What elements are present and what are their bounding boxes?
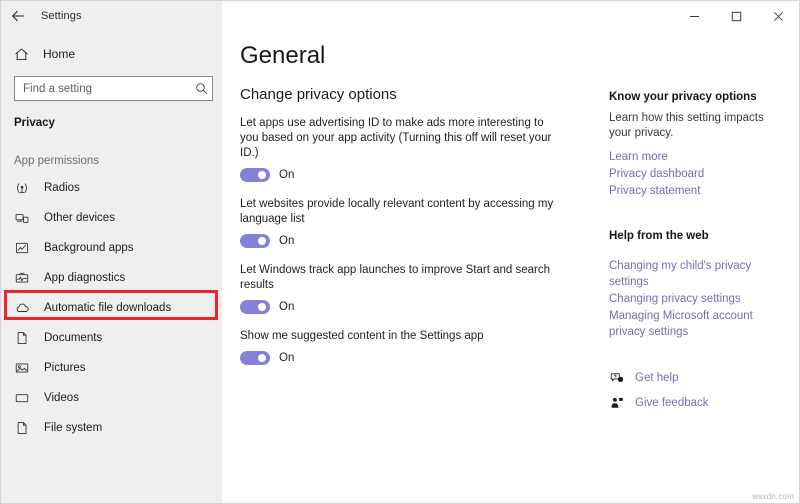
toggle-language-list[interactable] bbox=[240, 234, 270, 248]
search-icon[interactable] bbox=[195, 82, 208, 95]
sidebar-item-label: File system bbox=[44, 422, 102, 434]
sidebar: Home Privacy App permissions bbox=[1, 31, 222, 503]
option-description: Let Windows track app launches to improv… bbox=[240, 263, 560, 293]
toggle-knob bbox=[258, 354, 266, 362]
content-area: General Change privacy options Let apps … bbox=[222, 31, 799, 503]
toggle-state-label: On bbox=[279, 169, 294, 181]
rail-spacer bbox=[609, 341, 789, 371]
sidebar-item-label: Videos bbox=[44, 392, 79, 404]
sidebar-category-title: Privacy bbox=[1, 117, 222, 129]
toggle-knob bbox=[258, 303, 266, 311]
main-column: General Change privacy options Let apps … bbox=[222, 31, 604, 503]
home-icon bbox=[14, 47, 36, 62]
app-title: Settings bbox=[41, 10, 82, 22]
get-help-action[interactable]: Get help bbox=[609, 371, 789, 385]
sidebar-item-label: App diagnostics bbox=[44, 272, 125, 284]
sidebar-item-label: Pictures bbox=[44, 362, 86, 374]
sidebar-item-background-apps[interactable]: Background apps bbox=[1, 233, 222, 263]
sidebar-item-other-devices[interactable]: Other devices bbox=[1, 203, 222, 233]
toggle-state-label: On bbox=[279, 235, 294, 247]
window-controls bbox=[673, 1, 799, 31]
minimize-icon bbox=[689, 11, 700, 22]
sidebar-item-file-system[interactable]: File system bbox=[1, 413, 222, 443]
toggle-advertising-id[interactable] bbox=[240, 168, 270, 182]
cloud-download-icon bbox=[15, 301, 36, 316]
option-toggle-row: On bbox=[240, 168, 560, 182]
title-bar-drag-region bbox=[222, 1, 673, 31]
get-help-icon bbox=[609, 371, 624, 385]
link-learn-more[interactable]: Learn more bbox=[609, 149, 789, 165]
privacy-option-advertising-id: Let apps use advertising ID to make ads … bbox=[240, 116, 560, 182]
option-description: Let websites provide locally relevant co… bbox=[240, 197, 560, 227]
link-changing-privacy-settings[interactable]: Changing privacy settings bbox=[609, 291, 789, 307]
title-bar: Settings bbox=[1, 1, 799, 31]
option-toggle-row: On bbox=[240, 234, 560, 248]
right-rail: Know your privacy options Learn how this… bbox=[604, 31, 799, 503]
privacy-option-app-launch-tracking: Let Windows track app launches to improv… bbox=[240, 263, 560, 314]
file-system-icon bbox=[15, 421, 36, 435]
help-from-web-heading: Help from the web bbox=[609, 230, 789, 242]
sidebar-item-label: Background apps bbox=[44, 242, 134, 254]
watermark: wsxdn.com bbox=[752, 492, 794, 501]
document-icon bbox=[15, 331, 36, 345]
toggle-state-label: On bbox=[279, 352, 294, 364]
privacy-options-heading: Know your privacy options bbox=[609, 91, 789, 103]
toggle-knob bbox=[258, 171, 266, 179]
sidebar-item-label: Radios bbox=[44, 182, 80, 194]
rail-spacer bbox=[609, 200, 789, 230]
picture-icon bbox=[15, 361, 36, 375]
link-changing-child-privacy-settings[interactable]: Changing my child's privacy settings bbox=[609, 258, 789, 290]
sidebar-item-label: Documents bbox=[44, 332, 102, 344]
close-button[interactable] bbox=[757, 1, 799, 31]
sidebar-item-videos[interactable]: Videos bbox=[1, 383, 222, 413]
minimize-button[interactable] bbox=[673, 1, 715, 31]
app-diagnostics-icon bbox=[15, 271, 36, 285]
sidebar-item-label: Automatic file downloads bbox=[44, 302, 171, 314]
sidebar-item-app-diagnostics[interactable]: App diagnostics bbox=[1, 263, 222, 293]
link-managing-microsoft-account-privacy-settings[interactable]: Managing Microsoft account privacy setti… bbox=[609, 308, 789, 340]
give-feedback-icon bbox=[609, 396, 624, 410]
maximize-button[interactable] bbox=[715, 1, 757, 31]
rail-spacer bbox=[609, 250, 789, 258]
link-privacy-dashboard[interactable]: Privacy dashboard bbox=[609, 166, 789, 182]
sidebar-item-pictures[interactable]: Pictures bbox=[1, 353, 222, 383]
search-input[interactable] bbox=[23, 77, 195, 100]
settings-window: Settings bbox=[0, 0, 800, 504]
link-privacy-statement[interactable]: Privacy statement bbox=[609, 183, 789, 199]
sidebar-home-label: Home bbox=[43, 47, 75, 61]
privacy-options-text: Learn how this setting impacts your priv… bbox=[609, 111, 789, 141]
toggle-suggested-content[interactable] bbox=[240, 351, 270, 365]
radios-icon bbox=[15, 181, 36, 195]
privacy-option-suggested-content: Show me suggested content in the Setting… bbox=[240, 329, 560, 365]
back-button[interactable] bbox=[1, 1, 35, 31]
sidebar-item-radios[interactable]: Radios bbox=[1, 173, 222, 203]
option-description: Show me suggested content in the Setting… bbox=[240, 329, 560, 344]
sidebar-item-label: Other devices bbox=[44, 212, 115, 224]
option-toggle-row: On bbox=[240, 300, 560, 314]
section-subheading: Change privacy options bbox=[240, 86, 604, 103]
option-toggle-row: On bbox=[240, 351, 560, 365]
toggle-state-label: On bbox=[279, 301, 294, 313]
video-icon bbox=[15, 391, 36, 405]
background-apps-icon bbox=[15, 241, 36, 255]
toggle-knob bbox=[258, 237, 266, 245]
sidebar-item-home[interactable]: Home bbox=[1, 39, 222, 69]
window-body: Home Privacy App permissions bbox=[1, 31, 799, 503]
option-description: Let apps use advertising ID to make ads … bbox=[240, 116, 560, 161]
give-feedback-action[interactable]: Give feedback bbox=[609, 396, 789, 410]
title-bar-left: Settings bbox=[1, 1, 222, 31]
give-feedback-label: Give feedback bbox=[635, 397, 709, 409]
maximize-icon bbox=[731, 11, 742, 22]
other-devices-icon bbox=[15, 211, 36, 225]
close-icon bbox=[773, 11, 784, 22]
sidebar-item-automatic-file-downloads[interactable]: Automatic file downloads bbox=[1, 293, 222, 323]
page-title: General bbox=[240, 42, 604, 70]
toggle-app-launch-tracking[interactable] bbox=[240, 300, 270, 314]
get-help-label: Get help bbox=[635, 372, 678, 384]
privacy-option-language-list: Let websites provide locally relevant co… bbox=[240, 197, 560, 248]
search-box[interactable] bbox=[14, 76, 213, 101]
sidebar-item-documents[interactable]: Documents bbox=[1, 323, 222, 353]
back-arrow-icon bbox=[11, 9, 25, 23]
sidebar-group-title: App permissions bbox=[1, 155, 222, 167]
